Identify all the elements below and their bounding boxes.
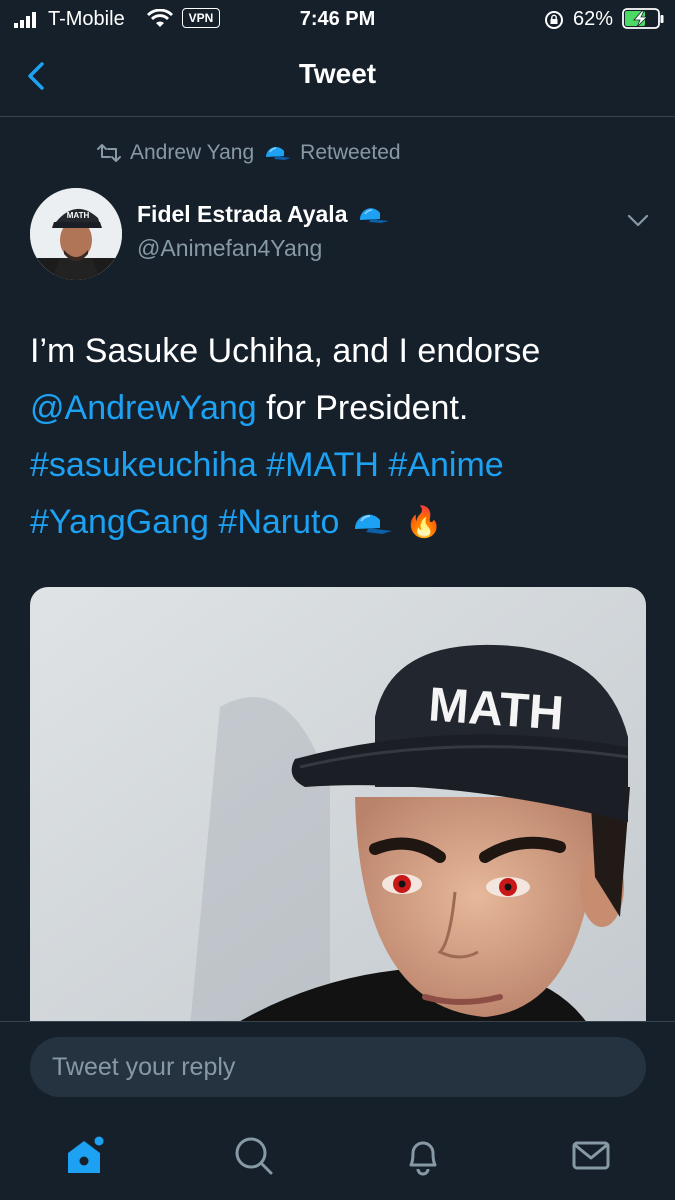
tweet-line-1: I’m Sasuke Uchiha, and I endorse (30, 332, 541, 370)
search-icon[interactable] (231, 1133, 275, 1177)
messages-icon[interactable] (569, 1133, 613, 1177)
retweet-icon (97, 144, 121, 162)
reply-bar (0, 1021, 675, 1112)
author-name-row[interactable]: Fidel Estrada Ayala (137, 201, 390, 228)
retweeted-label: Retweeted (300, 141, 401, 164)
chevron-down-icon[interactable] (624, 206, 652, 234)
retweeter-name: Andrew Yang (130, 141, 255, 164)
orientation-lock-icon (545, 11, 563, 29)
hashtag-row-2[interactable]: #YangGang #Naruto (30, 494, 339, 551)
tweet-line-2: @AndrewYang for President. (30, 380, 645, 437)
media-hat-text: MATH (427, 678, 565, 740)
tweet-line-2-text: for President. (256, 389, 469, 427)
blue-cap-emoji-icon (355, 514, 393, 534)
hashtag-row-2-wrap: #YangGang #Naruto 🔥 (30, 494, 645, 551)
media-photo: MATH (30, 587, 646, 1027)
home-icon[interactable] (62, 1133, 106, 1177)
blue-cap-emoji-icon (359, 207, 389, 223)
avatar-hat-text: MATH (67, 211, 90, 220)
blue-cap-emoji-icon (266, 147, 292, 160)
author-handle[interactable]: @Animefan4Yang (137, 235, 322, 262)
notifications-icon[interactable] (401, 1133, 445, 1177)
tweet-text: I’m Sasuke Uchiha, and I endorse @Andrew… (30, 323, 645, 551)
hashtag-row-1[interactable]: #sasukeuchiha #MATH #Anime (30, 437, 645, 494)
tweet-media[interactable]: MATH (30, 587, 646, 1027)
fire-emoji-icon: 🔥 (405, 506, 443, 539)
avatar[interactable]: MATH (30, 188, 122, 280)
retweet-context[interactable]: Andrew Yang Retweeted (96, 138, 401, 168)
battery-icon (622, 8, 664, 29)
reply-input[interactable] (30, 1037, 646, 1097)
author-name: Fidel Estrada Ayala (137, 201, 348, 227)
page-title: Tweet (298, 58, 377, 89)
tab-bar (0, 1111, 675, 1200)
status-bar: T-Mobile VPN 7:46 PM 62% (0, 0, 675, 38)
avatar-image: MATH (30, 188, 122, 280)
mention-link[interactable]: @AndrewYang (30, 389, 257, 427)
tweet-header: Tweet (0, 38, 675, 117)
battery-percent: 62% (573, 8, 614, 30)
